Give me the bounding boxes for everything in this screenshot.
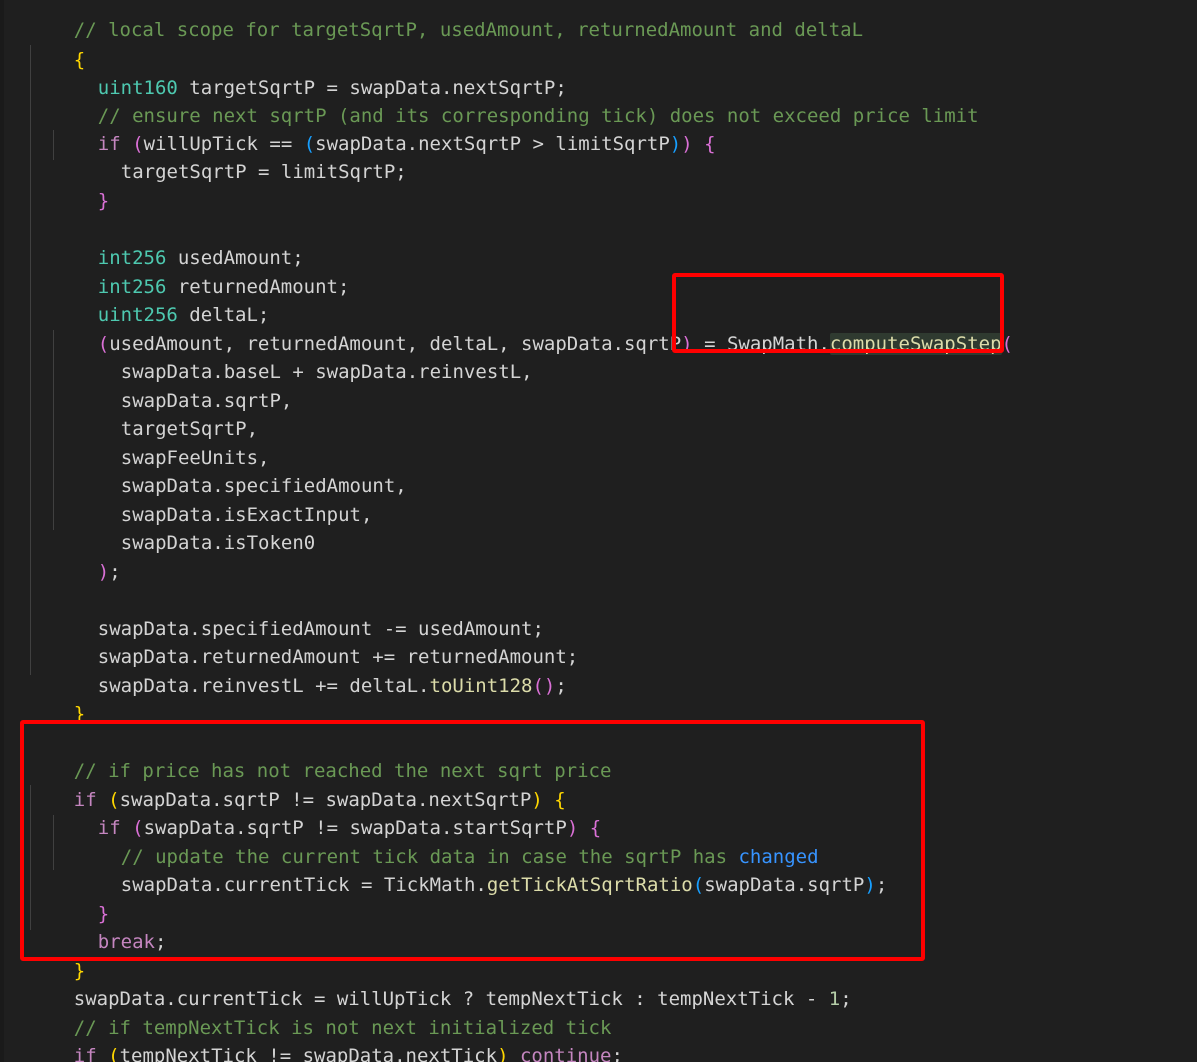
code-line[interactable]: if (willUpTick == (swapData.nextSqrtP > …	[52, 102, 716, 155]
code-editor[interactable]: // local scope for targetSqrtP, usedAmou…	[0, 0, 1197, 1062]
semicolon: ;	[154, 931, 167, 953]
code-line[interactable]: swapData.sqrtP,	[75, 359, 293, 412]
function-name[interactable]: computeSwapStep	[829, 333, 1002, 355]
code-line[interactable]: // update the current tick data in case …	[75, 815, 819, 868]
code-line[interactable]: (usedAmount, returnedAmount, deltaL, swa…	[52, 302, 1013, 355]
code-line[interactable]: swapData.reinvestL += deltaL.toUint128()…	[52, 644, 567, 697]
code-line[interactable]: swapData.baseL + swapData.reinvestL,	[75, 330, 533, 383]
code-line[interactable]: targetSqrtP,	[75, 387, 258, 440]
code-line[interactable]: targetSqrtP = limitSqrtP;	[75, 130, 407, 183]
code-line[interactable]: swapData.isExactInput,	[75, 473, 373, 526]
semicolon: ;	[555, 675, 567, 697]
code-line[interactable]: if (tempNextTick != swapData.nextTick) c…	[28, 1014, 623, 1062]
code-text: targetSqrtP = limitSqrtP;	[120, 161, 407, 183]
close-paren: )	[97, 561, 110, 583]
semicolon: ;	[875, 874, 888, 896]
code-text: swapData.reinvestL += deltaL.	[97, 675, 430, 697]
operator: =	[692, 333, 727, 355]
code-line[interactable]: int256 returnedAmount;	[52, 245, 350, 298]
brace: }	[97, 190, 110, 212]
editor-left-edge	[0, 0, 4, 1062]
code-line[interactable]: swapData.currentTick = TickMath.getTickA…	[75, 843, 888, 896]
argument: swapData.isToken0	[120, 532, 316, 554]
code-line[interactable]: if (swapData.sqrtP != swapData.nextSqrtP…	[28, 758, 566, 811]
code-line[interactable]: swapData.specifiedAmount -= usedAmount;	[52, 587, 544, 640]
code-line[interactable]: uint160 targetSqrtP = swapData.nextSqrtP…	[52, 46, 567, 99]
code-line[interactable]: }	[52, 159, 109, 212]
code-text: tempNextTick != swapData.nextTick	[119, 1045, 498, 1062]
semicolon: ;	[840, 988, 852, 1010]
code-text: swapData.currentTick =	[120, 874, 384, 896]
code-line[interactable]: }	[28, 929, 85, 982]
brace: }	[73, 703, 86, 725]
code-line[interactable]: {	[28, 18, 85, 71]
indent-guide	[30, 45, 31, 675]
class-name: TickMath	[383, 874, 476, 896]
function-name: getTickAtSqrtRatio	[486, 874, 693, 896]
code-line[interactable]: // local scope for targetSqrtP, usedAmou…	[28, 0, 863, 41]
semicolon: ;	[611, 1045, 623, 1062]
keyword: if	[73, 1045, 97, 1062]
code-line[interactable]: break;	[52, 900, 167, 953]
code-line[interactable]: swapData.isToken0	[75, 501, 315, 554]
code-line[interactable]: // if tempNextTick is not next initializ…	[28, 986, 612, 1039]
code-line[interactable]: }	[28, 672, 85, 725]
function-name: toUint128	[429, 675, 533, 697]
dot: .	[818, 333, 830, 355]
code-line[interactable]: // ensure next sqrtP (and its correspond…	[52, 74, 979, 127]
code-line[interactable]: // if price has not reached the next sqr…	[28, 729, 612, 782]
code-line[interactable]: uint256 deltaL;	[52, 273, 270, 326]
code-line[interactable]: }	[52, 872, 109, 925]
code-line[interactable]: swapFeeUnits,	[75, 416, 270, 469]
code-line[interactable]: );	[52, 530, 121, 583]
code-line[interactable]: swapData.specifiedAmount,	[75, 444, 407, 497]
code-line[interactable]: int256 usedAmount;	[52, 216, 304, 269]
code-line[interactable]: swapData.returnedAmount += returnedAmoun…	[52, 615, 578, 668]
number: 1	[828, 988, 841, 1010]
keyword: break	[97, 931, 155, 953]
code-line[interactable]: swapData.currentTick = willUpTick ? temp…	[28, 957, 852, 1010]
code-line[interactable]: if (swapData.sqrtP != swapData.startSqrt…	[52, 786, 601, 839]
keyword: continue	[519, 1045, 612, 1062]
comment: // local scope for targetSqrtP, usedAmou…	[73, 19, 864, 41]
class-name: SwapMath	[726, 333, 819, 355]
argument: swapData.sqrtP	[704, 874, 865, 896]
